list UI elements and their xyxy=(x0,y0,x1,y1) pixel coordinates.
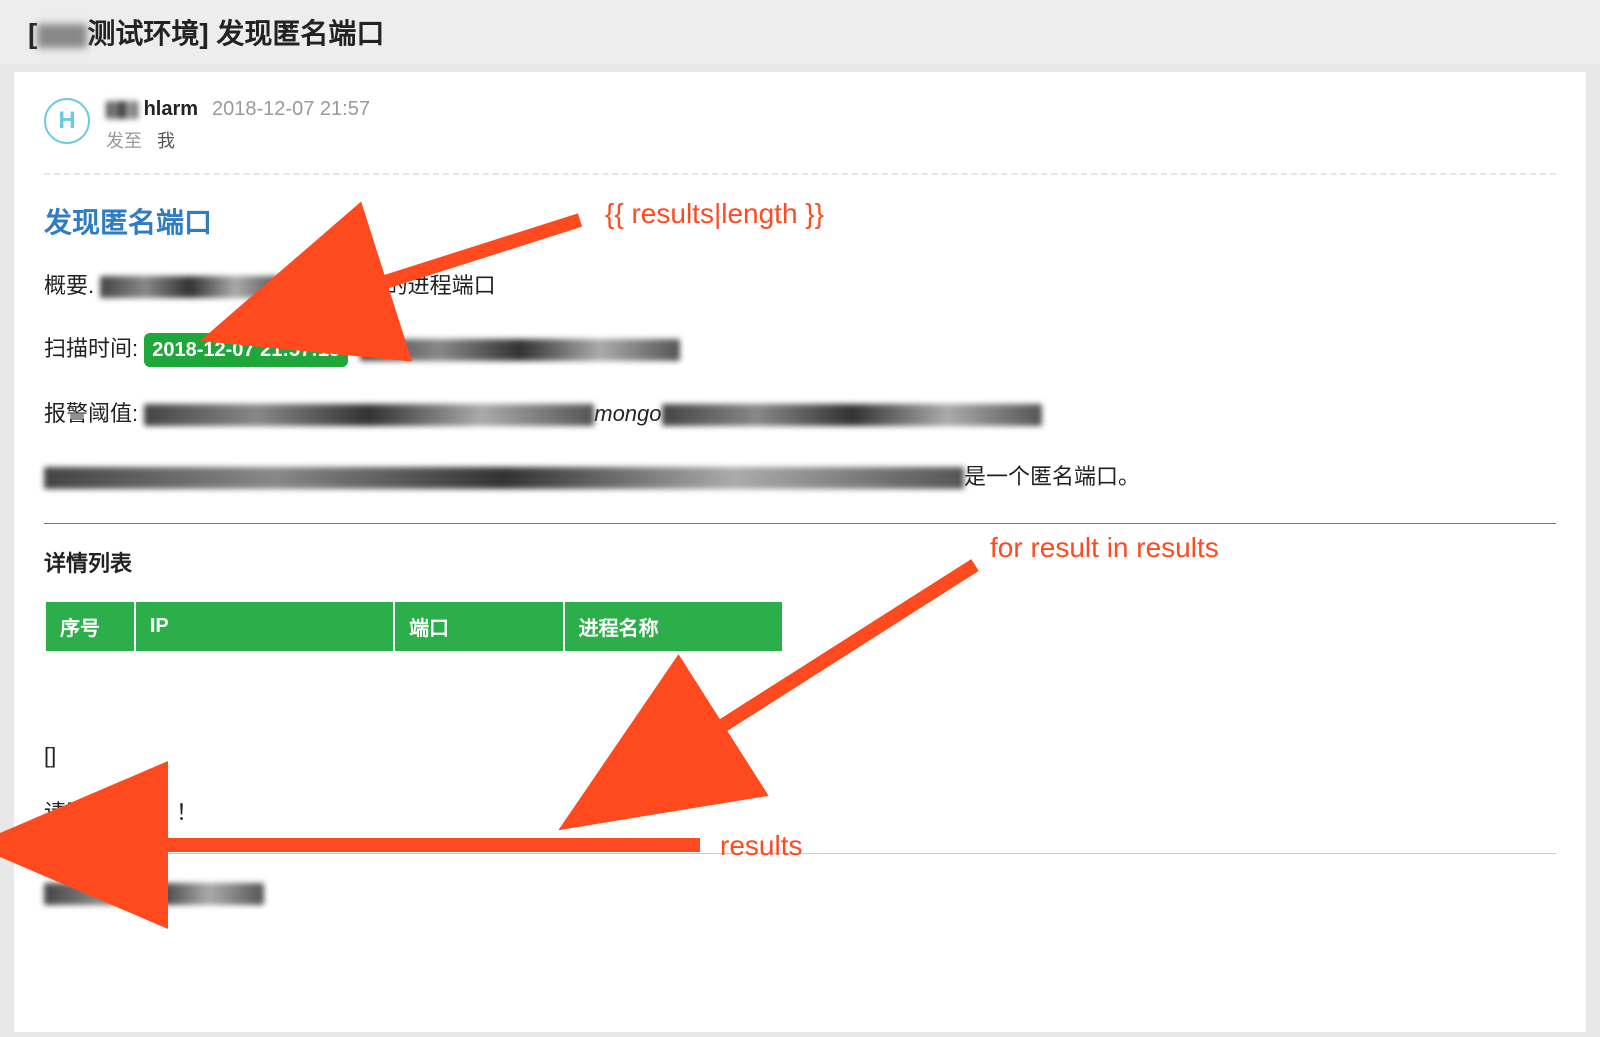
th-port: 端口 xyxy=(394,601,564,652)
subject-blur xyxy=(37,24,87,48)
subject-text: 测试环境] 发现匿名端口 xyxy=(87,18,384,49)
sender-name-suffix: hlarm xyxy=(144,98,198,120)
summary-blur xyxy=(100,276,280,298)
subject-prefix: [ xyxy=(28,18,37,49)
scan-time-blur xyxy=(360,339,680,361)
threshold-line: 报警阈值: mongo xyxy=(44,397,1556,430)
table-header-row: 序号 IP 端口 进程名称 xyxy=(45,601,783,652)
avatar-letter: H xyxy=(58,107,75,135)
threshold-mid: mongo xyxy=(594,401,661,426)
sender-name-blur xyxy=(106,101,138,119)
sender-timestamp: 2018-12-07 21:57 xyxy=(212,98,370,121)
email-subject-bar: [ 测试环境] 发现匿名端口 xyxy=(0,0,1600,64)
scan-time-badge: 2018-12-07 21:57:15 xyxy=(144,333,348,367)
summary-line: 概要. 0 个匿名的进程端口 xyxy=(44,269,1556,302)
threshold-blur-pre xyxy=(144,404,594,426)
summary-label: 概要. xyxy=(44,273,94,298)
email-card: H hlarm 2018-12-07 21:57 发至 我 发现匿名端口 概要.… xyxy=(14,72,1586,1032)
divider xyxy=(44,523,1556,524)
sender-row: H hlarm 2018-12-07 21:57 发至 我 xyxy=(44,98,1556,175)
summary-suffix: 个匿名的进程端口 xyxy=(320,273,496,298)
results-literal: [] xyxy=(44,743,1556,769)
avatar[interactable]: H xyxy=(44,98,90,144)
body-heading: 发现匿名端口 xyxy=(44,201,1556,241)
summary-count-badge: 0 xyxy=(286,273,313,301)
scan-time-line: 扫描时间: 2018-12-07 21:57:15 xyxy=(44,332,1556,367)
detail-title: 详情列表 xyxy=(44,546,1556,578)
please-handle: 请及时处理！！ xyxy=(44,795,1556,827)
th-ip: IP xyxy=(135,601,394,652)
divider-light xyxy=(44,853,1556,854)
threshold-blur-post xyxy=(662,404,1042,426)
footer-blur xyxy=(44,883,264,905)
results-table: 序号 IP 端口 进程名称 xyxy=(44,600,784,653)
th-process: 进程名称 xyxy=(564,601,783,652)
scan-time-label: 扫描时间: xyxy=(44,336,138,361)
note-suffix: 是一个匿名端口。 xyxy=(964,464,1140,489)
note-blur xyxy=(44,467,964,489)
to-value: 我 xyxy=(157,131,175,151)
threshold-label: 报警阈值: xyxy=(44,401,138,426)
footer-line xyxy=(44,876,1556,909)
th-index: 序号 xyxy=(45,601,135,652)
to-label: 发至 xyxy=(106,131,142,151)
note-line: 是一个匿名端口。 xyxy=(44,460,1556,493)
